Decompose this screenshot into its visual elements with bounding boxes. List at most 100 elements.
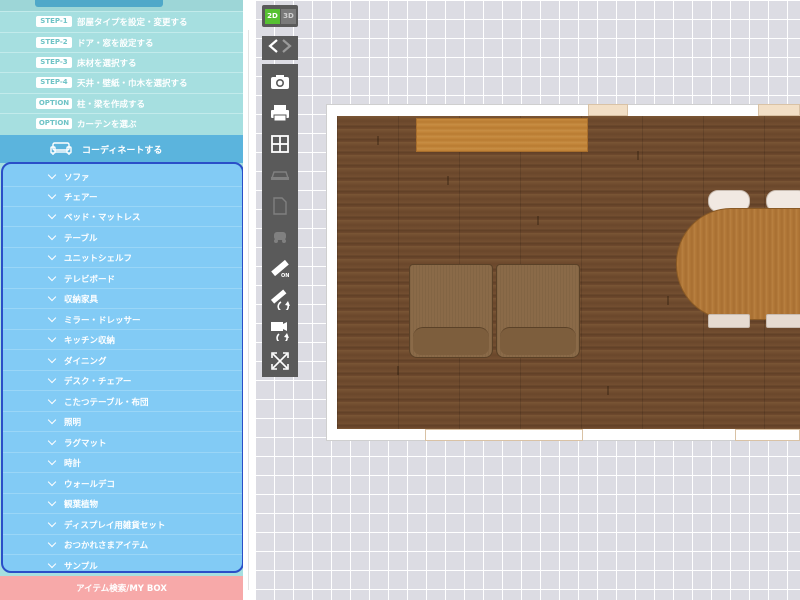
tool-column: ON (262, 64, 298, 377)
panel-divider (243, 0, 255, 600)
category-label: こたつテーブル・布団 (64, 397, 149, 408)
category-item-mirror[interactable]: ミラー・ドレッサー (3, 310, 242, 330)
mode-3d-button[interactable]: 3D (281, 8, 296, 24)
car-icon (270, 168, 290, 182)
chevron-down-icon (47, 190, 57, 199)
measure-on-icon: ON (269, 257, 291, 279)
category-item-display-set[interactable]: ディスプレイ用雑貨セット (3, 515, 242, 535)
category-label: ベッド・マットレス (64, 212, 141, 223)
sofa-icon (50, 142, 72, 156)
top-door-opening[interactable] (588, 104, 628, 116)
category-item-reward[interactable]: おつかれさまアイテム (3, 535, 242, 555)
chevron-down-icon (47, 354, 57, 363)
chevron-down-icon (47, 395, 57, 404)
disabled-tool-3[interactable] (262, 221, 298, 253)
bottom-window-opening[interactable] (425, 429, 583, 441)
category-item-clock[interactable]: 時計 (3, 453, 242, 473)
step-row-3[interactable]: STEP-3 床材を選択する (0, 52, 243, 72)
measure-on-button[interactable]: ON (262, 252, 298, 284)
vehicle-icon (271, 230, 289, 244)
mode-2d-button[interactable]: 2D (265, 8, 280, 24)
category-label: おつかれさまアイテム (64, 540, 149, 551)
option-label: カーテンを選ぶ (77, 119, 137, 130)
category-item-kotatsu[interactable]: こたつテーブル・布団 (3, 392, 242, 412)
category-label: ユニットシェルフ (64, 253, 133, 264)
category-label: チェアー (64, 192, 98, 203)
measure-rotate-icon (269, 288, 291, 310)
category-item-desk[interactable]: デスク・チェアー (3, 371, 242, 391)
category-label: ラグマット (64, 438, 107, 449)
step-row-4[interactable]: STEP-4 天井・壁紙・巾木を選択する (0, 72, 243, 92)
option-row-1[interactable]: OPTION 柱・梁を作成する (0, 93, 243, 113)
category-item-plants[interactable]: 観葉植物 (3, 494, 242, 514)
item-search-label: アイテム検索/MY BOX (76, 584, 167, 594)
category-item-kitchen[interactable]: キッチン収納 (3, 330, 242, 350)
step-row-2[interactable]: STEP-2 ドア・窓を設定する (0, 32, 243, 52)
camera-rotate-button[interactable] (262, 314, 298, 346)
option-row-2[interactable]: OPTION カーテンを選ぶ (0, 113, 243, 133)
coordinate-button[interactable]: コーディネートする (0, 135, 243, 163)
chevron-down-icon (47, 231, 57, 240)
category-item-unit-shelf[interactable]: ユニットシェルフ (3, 248, 242, 268)
plank-seam (537, 216, 539, 225)
document-icon (273, 197, 287, 215)
top-tab[interactable] (35, 0, 163, 7)
bottom-right-opening[interactable] (735, 429, 800, 441)
disabled-tool-2[interactable] (262, 190, 298, 222)
chair-bottom-left (708, 314, 750, 328)
step-label: 天井・壁紙・巾木を選択する (77, 78, 188, 89)
category-label: ウォールデコ (64, 479, 116, 490)
category-item-bed[interactable]: ベッド・マットレス (3, 207, 242, 227)
category-item-storage[interactable]: 収納家具 (3, 289, 242, 309)
undo-icon[interactable] (267, 38, 279, 58)
option-badge: OPTION (36, 98, 72, 109)
chevron-down-icon (47, 292, 57, 301)
category-item-tv-board[interactable]: テレビボード (3, 269, 242, 289)
chevron-down-icon (47, 518, 57, 527)
dining-set-furniture[interactable] (676, 190, 800, 336)
category-item-chair[interactable]: チェアー (3, 187, 242, 207)
step-badge: STEP-2 (36, 37, 72, 48)
print-icon (270, 104, 290, 122)
redo-icon[interactable] (281, 38, 293, 58)
chevron-down-icon (47, 251, 57, 260)
item-search-button[interactable]: アイテム検索/MY BOX (0, 576, 243, 600)
chair-bottom-right (766, 314, 800, 328)
category-item-rug[interactable]: ラグマット (3, 433, 242, 453)
chevron-down-icon (47, 559, 57, 569)
option-label: 柱・梁を作成する (77, 99, 146, 110)
disabled-tool-1[interactable] (262, 159, 298, 191)
camera-button[interactable] (262, 66, 298, 98)
category-item-sofa[interactable]: ソファ (3, 167, 242, 187)
sofa-furniture[interactable] (409, 264, 581, 358)
category-item-sample[interactable]: サンプル (3, 556, 242, 571)
category-label: 時計 (64, 458, 82, 469)
top-counter[interactable] (416, 118, 588, 152)
measure-rotate-button[interactable] (262, 283, 298, 315)
category-label: テーブル (64, 233, 98, 244)
chevron-down-icon (47, 415, 57, 424)
chevron-down-icon (47, 374, 57, 383)
category-item-lighting[interactable]: 照明 (3, 412, 242, 432)
chevron-down-icon (47, 477, 57, 486)
tool-palette: 2D 3D ON (262, 5, 298, 377)
step-row-1[interactable]: STEP-1 部屋タイプを設定・変更する (0, 11, 243, 31)
sofa-seat-left (409, 264, 493, 358)
chevron-down-icon (47, 436, 57, 445)
grid-layout-icon (271, 135, 289, 153)
category-label: 照明 (64, 417, 82, 428)
undo-redo-group (262, 36, 298, 60)
category-item-dining[interactable]: ダイニング (3, 351, 242, 371)
step-badge: STEP-1 (36, 16, 72, 27)
layout-button[interactable] (262, 128, 298, 160)
top-right-opening[interactable] (758, 104, 800, 116)
category-item-wall-deco[interactable]: ウォールデコ (3, 474, 242, 494)
plank-seam (667, 296, 669, 305)
print-button[interactable] (262, 97, 298, 129)
step-label: 床材を選択する (77, 58, 137, 69)
plank-seam (397, 366, 399, 375)
fit-screen-icon (271, 352, 289, 370)
coordinate-label: コーディネートする (82, 145, 163, 156)
category-item-table[interactable]: テーブル (3, 228, 242, 248)
fit-screen-button[interactable] (262, 345, 298, 377)
